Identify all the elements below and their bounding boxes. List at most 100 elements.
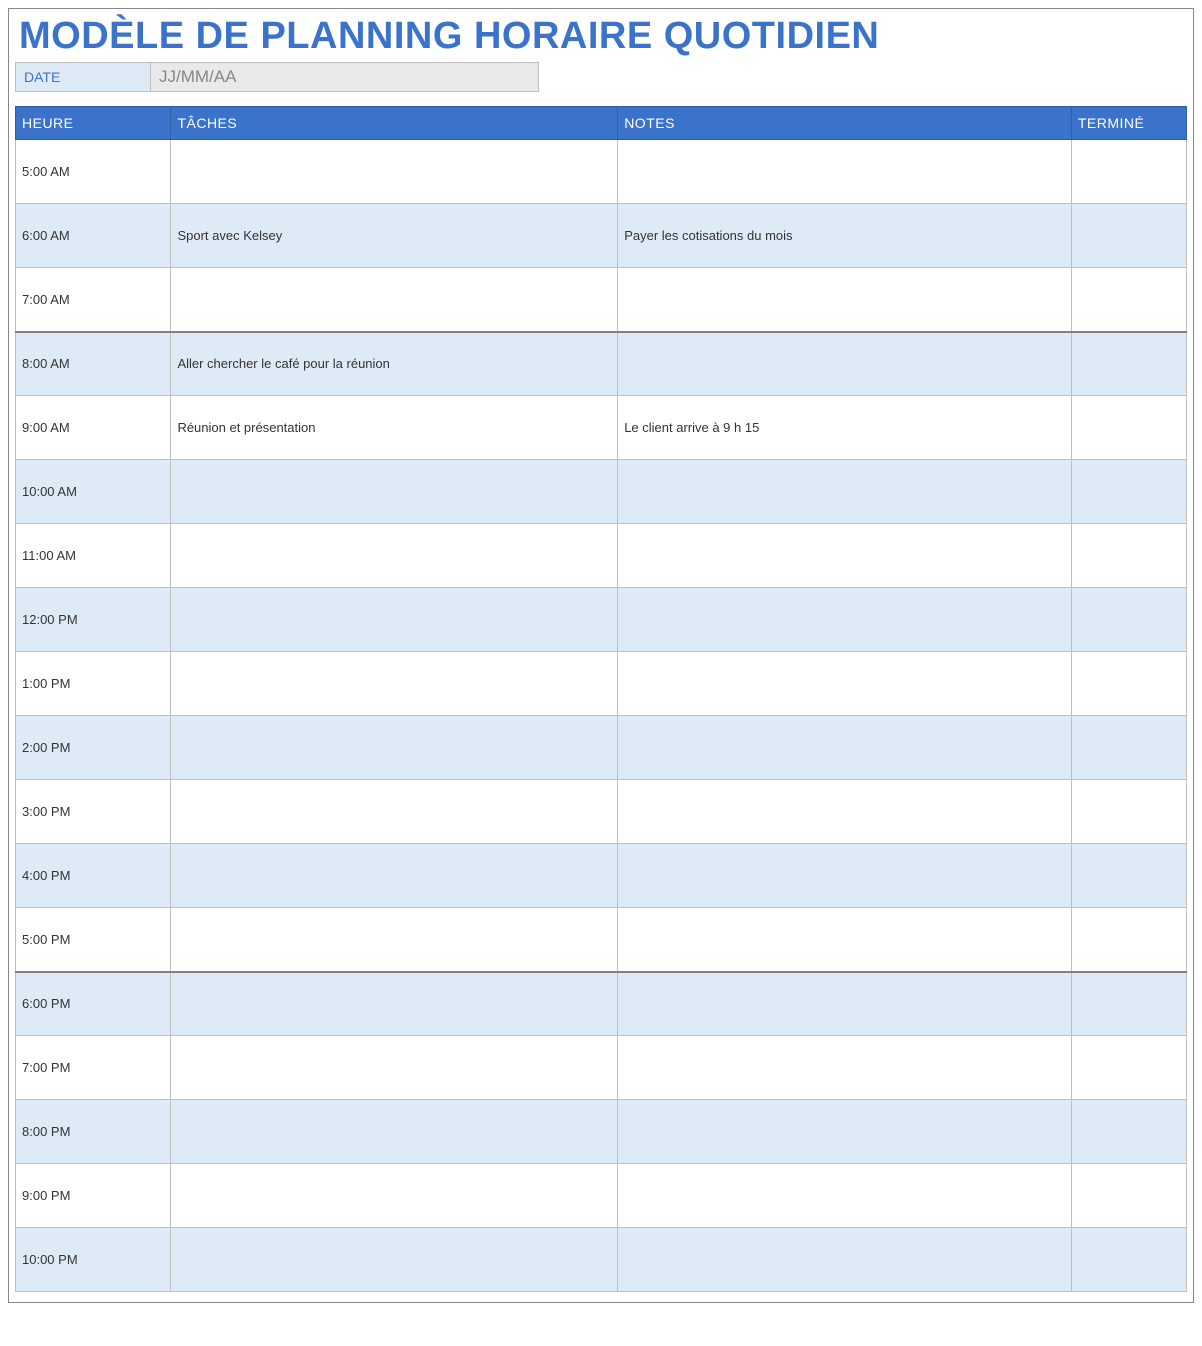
cell-time[interactable]: 3:00 PM bbox=[16, 780, 171, 844]
cell-note[interactable]: Payer les cotisations du mois bbox=[618, 204, 1072, 268]
table-row: 3:00 PM bbox=[16, 780, 1187, 844]
cell-note[interactable] bbox=[618, 460, 1072, 524]
col-header-time: HEURE bbox=[16, 107, 171, 140]
table-row: 5:00 PM bbox=[16, 908, 1187, 972]
cell-note[interactable]: Le client arrive à 9 h 15 bbox=[618, 396, 1072, 460]
cell-note[interactable] bbox=[618, 140, 1072, 204]
cell-task[interactable]: Sport avec Kelsey bbox=[171, 204, 618, 268]
cell-task[interactable] bbox=[171, 652, 618, 716]
cell-time[interactable]: 10:00 PM bbox=[16, 1228, 171, 1292]
cell-time[interactable]: 10:00 AM bbox=[16, 460, 171, 524]
cell-time[interactable]: 7:00 PM bbox=[16, 1036, 171, 1100]
table-row: 7:00 PM bbox=[16, 1036, 1187, 1100]
cell-task[interactable] bbox=[171, 844, 618, 908]
cell-note[interactable] bbox=[618, 844, 1072, 908]
table-row: 9:00 AMRéunion et présentationLe client … bbox=[16, 396, 1187, 460]
col-header-tasks: TÂCHES bbox=[171, 107, 618, 140]
table-row: 9:00 PM bbox=[16, 1164, 1187, 1228]
cell-time[interactable]: 8:00 PM bbox=[16, 1100, 171, 1164]
cell-time[interactable]: 8:00 AM bbox=[16, 332, 171, 396]
cell-note[interactable] bbox=[618, 588, 1072, 652]
cell-done[interactable] bbox=[1071, 204, 1186, 268]
cell-done[interactable] bbox=[1071, 460, 1186, 524]
cell-note[interactable] bbox=[618, 524, 1072, 588]
cell-time[interactable]: 2:00 PM bbox=[16, 716, 171, 780]
cell-task[interactable]: Réunion et présentation bbox=[171, 396, 618, 460]
cell-time[interactable]: 11:00 AM bbox=[16, 524, 171, 588]
cell-done[interactable] bbox=[1071, 524, 1186, 588]
table-row: 5:00 AM bbox=[16, 140, 1187, 204]
cell-note[interactable] bbox=[618, 1228, 1072, 1292]
cell-note[interactable] bbox=[618, 268, 1072, 332]
date-input[interactable]: JJ/MM/AA bbox=[151, 63, 538, 91]
cell-task[interactable] bbox=[171, 1036, 618, 1100]
cell-time[interactable]: 9:00 AM bbox=[16, 396, 171, 460]
cell-task[interactable] bbox=[171, 972, 618, 1036]
cell-task[interactable]: Aller chercher le café pour la réunion bbox=[171, 332, 618, 396]
table-row: 8:00 AMAller chercher le café pour la ré… bbox=[16, 332, 1187, 396]
table-row: 6:00 AMSport avec KelseyPayer les cotisa… bbox=[16, 204, 1187, 268]
cell-note[interactable] bbox=[618, 652, 1072, 716]
cell-task[interactable] bbox=[171, 524, 618, 588]
col-header-notes: NOTES bbox=[618, 107, 1072, 140]
cell-note[interactable] bbox=[618, 332, 1072, 396]
cell-note[interactable] bbox=[618, 972, 1072, 1036]
cell-task[interactable] bbox=[171, 780, 618, 844]
cell-task[interactable] bbox=[171, 716, 618, 780]
cell-done[interactable] bbox=[1071, 908, 1186, 972]
cell-done[interactable] bbox=[1071, 716, 1186, 780]
date-label: DATE bbox=[16, 63, 151, 91]
schedule-table: HEURE TÂCHES NOTES TERMINÉ 5:00 AM6:00 A… bbox=[15, 106, 1187, 1292]
cell-note[interactable] bbox=[618, 780, 1072, 844]
table-row: 10:00 PM bbox=[16, 1228, 1187, 1292]
cell-note[interactable] bbox=[618, 908, 1072, 972]
cell-note[interactable] bbox=[618, 1100, 1072, 1164]
table-header-row: HEURE TÂCHES NOTES TERMINÉ bbox=[16, 107, 1187, 140]
table-row: 4:00 PM bbox=[16, 844, 1187, 908]
table-row: 11:00 AM bbox=[16, 524, 1187, 588]
cell-time[interactable]: 12:00 PM bbox=[16, 588, 171, 652]
cell-done[interactable] bbox=[1071, 1228, 1186, 1292]
cell-task[interactable] bbox=[171, 140, 618, 204]
cell-done[interactable] bbox=[1071, 652, 1186, 716]
col-header-done: TERMINÉ bbox=[1071, 107, 1186, 140]
cell-task[interactable] bbox=[171, 1228, 618, 1292]
cell-time[interactable]: 6:00 PM bbox=[16, 972, 171, 1036]
cell-done[interactable] bbox=[1071, 780, 1186, 844]
cell-note[interactable] bbox=[618, 1036, 1072, 1100]
cell-done[interactable] bbox=[1071, 140, 1186, 204]
cell-time[interactable]: 9:00 PM bbox=[16, 1164, 171, 1228]
date-row: DATE JJ/MM/AA bbox=[15, 62, 539, 92]
cell-time[interactable]: 6:00 AM bbox=[16, 204, 171, 268]
cell-task[interactable] bbox=[171, 1164, 618, 1228]
table-row: 7:00 AM bbox=[16, 268, 1187, 332]
cell-task[interactable] bbox=[171, 1100, 618, 1164]
cell-time[interactable]: 5:00 PM bbox=[16, 908, 171, 972]
cell-time[interactable]: 7:00 AM bbox=[16, 268, 171, 332]
spacer bbox=[15, 92, 1187, 106]
cell-task[interactable] bbox=[171, 460, 618, 524]
cell-done[interactable] bbox=[1071, 332, 1186, 396]
cell-done[interactable] bbox=[1071, 396, 1186, 460]
cell-done[interactable] bbox=[1071, 588, 1186, 652]
table-row: 2:00 PM bbox=[16, 716, 1187, 780]
cell-task[interactable] bbox=[171, 908, 618, 972]
document-container: MODÈLE DE PLANNING HORAIRE QUOTIDIEN DAT… bbox=[8, 8, 1194, 1303]
cell-done[interactable] bbox=[1071, 1036, 1186, 1100]
cell-done[interactable] bbox=[1071, 972, 1186, 1036]
cell-time[interactable]: 4:00 PM bbox=[16, 844, 171, 908]
cell-note[interactable] bbox=[618, 716, 1072, 780]
page-title: MODÈLE DE PLANNING HORAIRE QUOTIDIEN bbox=[15, 9, 1187, 62]
cell-time[interactable]: 1:00 PM bbox=[16, 652, 171, 716]
cell-task[interactable] bbox=[171, 588, 618, 652]
table-row: 6:00 PM bbox=[16, 972, 1187, 1036]
cell-done[interactable] bbox=[1071, 844, 1186, 908]
cell-note[interactable] bbox=[618, 1164, 1072, 1228]
cell-time[interactable]: 5:00 AM bbox=[16, 140, 171, 204]
table-row: 8:00 PM bbox=[16, 1100, 1187, 1164]
cell-done[interactable] bbox=[1071, 268, 1186, 332]
cell-done[interactable] bbox=[1071, 1164, 1186, 1228]
table-row: 12:00 PM bbox=[16, 588, 1187, 652]
cell-task[interactable] bbox=[171, 268, 618, 332]
cell-done[interactable] bbox=[1071, 1100, 1186, 1164]
